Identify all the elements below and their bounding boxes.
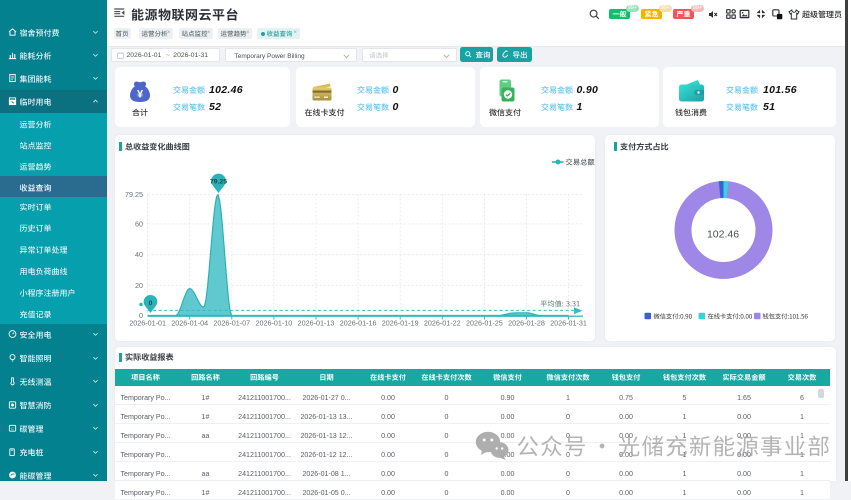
svg-text:2026-01-10: 2026-01-10	[256, 319, 293, 328]
svg-text:2026-01-16: 2026-01-16	[340, 319, 377, 328]
svg-text:40: 40	[135, 250, 143, 259]
svg-text:79.25: 79.25	[125, 190, 143, 199]
svg-text:¥: ¥	[137, 89, 144, 101]
svg-text:20: 20	[135, 281, 143, 290]
svg-text:0: 0	[149, 300, 153, 307]
svg-text:2026-01-19: 2026-01-19	[382, 319, 419, 328]
svg-text:C: C	[11, 426, 14, 431]
svg-text:102.46: 102.46	[706, 229, 738, 241]
svg-text:2026-01-04: 2026-01-04	[171, 319, 208, 328]
svg-text:2026-01-13: 2026-01-13	[298, 319, 335, 328]
svg-text:2026-01-28: 2026-01-28	[508, 319, 545, 328]
svg-text:2026-01-31: 2026-01-31	[550, 319, 587, 328]
svg-text:79.25: 79.25	[210, 179, 227, 186]
svg-text:2026-01-07: 2026-01-07	[213, 319, 250, 328]
svg-text:60: 60	[135, 219, 143, 228]
svg-text:2026-01-25: 2026-01-25	[466, 319, 503, 328]
svg-text:2026-01-01: 2026-01-01	[129, 319, 166, 328]
svg-text:2026-01-22: 2026-01-22	[424, 319, 461, 328]
